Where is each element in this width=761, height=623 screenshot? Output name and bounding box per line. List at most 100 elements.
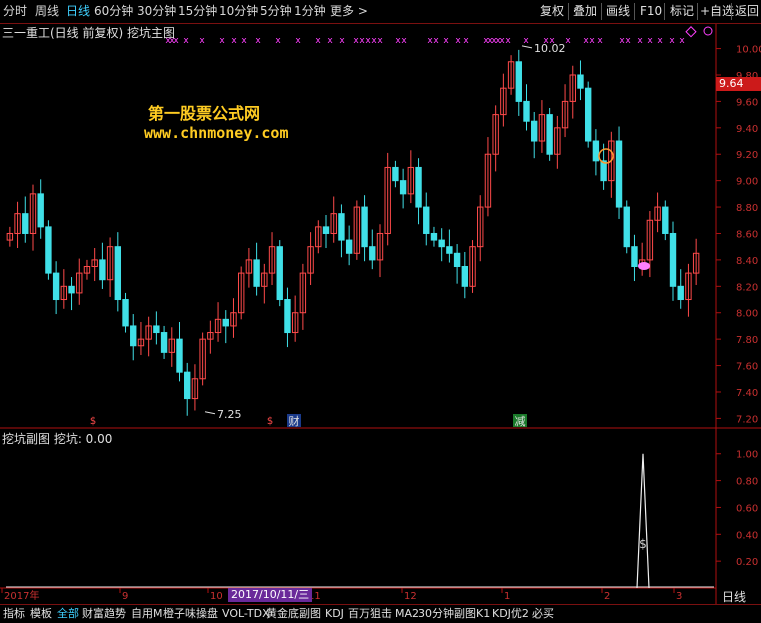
candle-body [222,318,229,327]
tab-kdj2[interactable]: KDJ优2 [492,607,529,621]
event-dollar-marker: $ [90,416,96,427]
signal-x-marker: x [433,36,439,46]
y-tick-label: 8.40 [736,256,758,267]
candle-body [122,299,129,327]
signal-x-marker: x [669,36,675,46]
sub-y-tick-label: 0.20 [736,557,758,568]
candle-body [114,246,122,301]
x-tick-label: 9 [122,591,128,602]
signal-x-marker: x [505,36,511,46]
candle-body [68,285,75,294]
tab-all[interactable]: 全部 [57,607,79,621]
candle-body [623,206,630,248]
sub-chart-title: 挖坑副图 挖坑: 0.00 [2,432,113,446]
high-pointer [521,45,533,49]
y-tick-label: 8.60 [736,229,758,240]
candle-body [446,246,453,254]
signal-x-marker: x [401,36,407,46]
event-cai-label: 财 [289,414,300,428]
candle-body [345,239,353,254]
period-label[interactable]: 日线 [722,588,746,605]
candle-body [176,338,183,373]
signal-x-marker: x [315,36,321,46]
low-pointer [204,411,216,415]
y-tick-label: 9.40 [736,124,758,135]
candle-body [662,206,669,234]
signal-x-marker: x [219,36,225,46]
candle-body [461,266,469,287]
signal-x-marker: x [549,36,555,46]
candle-body [399,180,407,195]
candle-body [600,160,607,182]
y-tick-label: 7.60 [736,362,758,373]
tab-30min-sub[interactable]: 30分钟副图 [418,607,476,621]
signal-x-marker: x [443,36,449,46]
tab-chengzi[interactable]: 橙子味操盘 [163,607,218,621]
current-price-tag: 9.64 [716,77,761,91]
candle-body [523,100,530,122]
signal-x-marker: x [255,36,261,46]
candle-body [37,193,44,228]
tab-ziyong-m[interactable]: 自用M [131,607,163,621]
signal-x-marker: x [589,36,595,46]
tab-ma2[interactable]: MA2 [395,607,419,621]
main-chart-title: 三一重工(日线 前复权) 挖坑主图 [2,26,175,40]
x-tick-label: 3 [676,591,682,602]
tab-caifu-qushi[interactable]: 财富趋势 [82,607,126,621]
y-tick-label: 7.80 [736,335,758,346]
candle-body [322,226,330,234]
x-tick-label: 12 [404,591,417,602]
signal-x-marker: x [339,36,345,46]
signal-x-marker: x [679,36,685,46]
cursor-date-tag: 2017/10/11/三 [228,588,313,602]
candle-body [531,120,538,142]
indicator-tab-bar: 指标 模板 全部 财富趋势 自用M 橙子味操盘 VOL-TDX 黄金底副图 KD… [0,604,761,623]
candle-body [669,232,677,287]
signal-x-marker: x [523,36,529,46]
circle-marker [703,26,713,36]
sub-y-tick-label: 1.00 [736,450,758,461]
tab-baiwan[interactable]: 百万狙击 [348,607,392,621]
candle-body [184,371,191,400]
candle-body [361,206,368,248]
tab-kdj[interactable]: KDJ [325,607,344,621]
tab-k1[interactable]: K1 [476,607,490,621]
sub-y-tick-label: 0.60 [736,503,758,514]
candle-body [369,246,376,261]
candle-body [338,213,345,241]
sub-y-tick-label: 0.80 [736,477,758,488]
candle-body [592,140,600,162]
candle-body [423,206,430,234]
diamond-marker [685,26,697,38]
candle-body [99,259,106,281]
y-tick-label: 8.20 [736,282,758,293]
tab-vol-tdx[interactable]: VOL-TDX [222,607,270,621]
signal-x-marker: x [657,36,663,46]
candle-body [22,213,29,234]
tab-indicator[interactable]: 指标 [3,607,25,621]
sub-dollar-marker: $ [639,537,647,551]
tab-template[interactable]: 模板 [30,607,52,621]
candle-body [577,74,584,89]
signal-x-marker: x [295,36,301,46]
tab-huangjindi[interactable]: 黄金底副图 [266,607,321,621]
y-tick-label: 7.40 [736,388,758,399]
candle-body [160,332,168,353]
signal-x-marker: x [455,36,461,46]
x-tick-label: 2 [604,591,610,602]
chart-canvas[interactable]: 7.20 7.40 7.60 7.80 8.00 8.20 8.40 8.60 8.80 9.00… [0,0,761,604]
sub-y-tick-label: 0.40 [736,530,758,541]
candle-body [546,114,553,155]
signal-x-marker: x [647,36,653,46]
signal-x-marker: x [183,36,189,46]
candle-body [430,232,438,241]
signal-x-marker: x [377,36,383,46]
signal-x-marker: x [463,36,469,46]
candle-body [276,246,283,301]
pink-signal-marker [638,262,650,270]
tab-bimai[interactable]: 必买 [532,607,554,621]
y-tick-label: 7.20 [736,414,758,425]
event-jian-label: 减 [515,415,526,428]
candle-body [415,166,422,208]
y-tick-label: 9.60 [736,97,758,108]
